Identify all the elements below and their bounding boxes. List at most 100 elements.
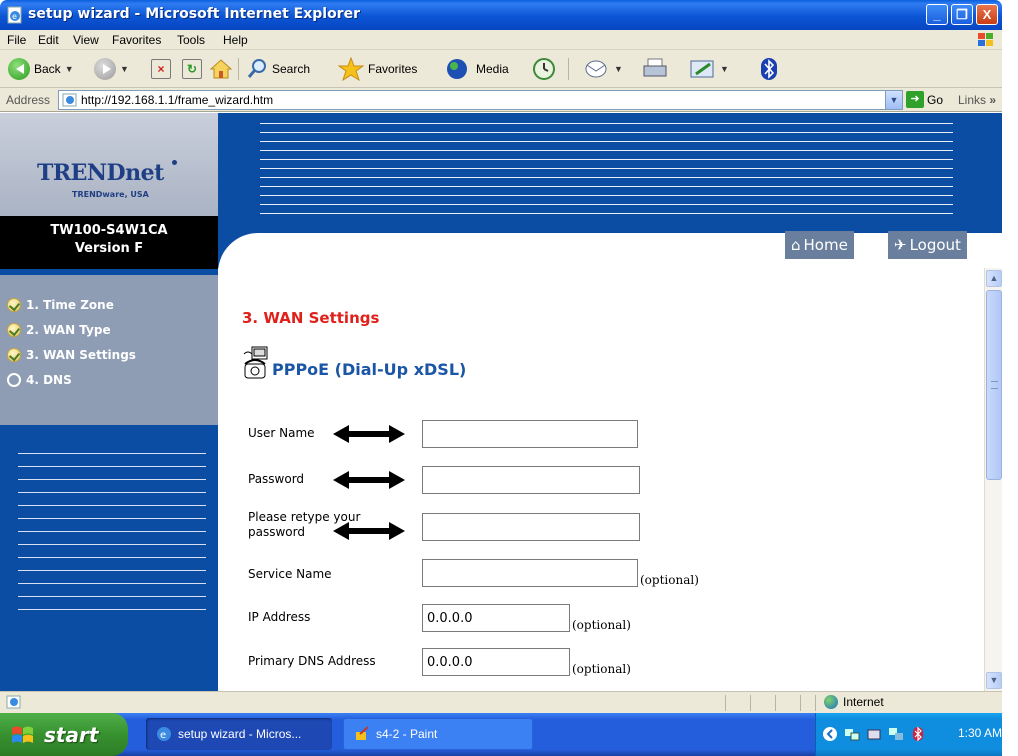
service-name-input[interactable]: [422, 559, 638, 587]
bluetooth-button[interactable]: [760, 56, 778, 82]
step-wan-settings[interactable]: 3. WAN Settings: [7, 348, 136, 362]
menu-help[interactable]: Help: [223, 33, 248, 47]
network-activity-icon[interactable]: [866, 726, 882, 742]
ip-address-input[interactable]: [422, 604, 570, 632]
edit-icon: [690, 60, 714, 78]
chevron-down-icon[interactable]: ▼: [885, 91, 902, 109]
scroll-down-icon[interactable]: ▼: [986, 672, 1002, 689]
print-button[interactable]: [642, 56, 668, 82]
model-box: TW100-S4W1CA Version F: [0, 216, 218, 269]
address-input[interactable]: http://192.168.1.1/frame_wizard.htm ▼: [58, 90, 903, 110]
header-stripe: [260, 159, 953, 160]
check-icon: [7, 298, 21, 312]
primary-dns-input[interactable]: [422, 648, 570, 676]
nav-stripe: [18, 531, 206, 532]
start-button[interactable]: start: [0, 713, 128, 756]
nav-stripe: [18, 479, 206, 480]
search-button[interactable]: Search: [246, 56, 310, 82]
tray-expand-icon[interactable]: [822, 726, 838, 742]
header-stripe: [260, 177, 953, 178]
check-icon: [7, 348, 21, 362]
toolbar-divider: [568, 58, 569, 80]
menu-view[interactable]: View: [73, 33, 99, 47]
maximize-button[interactable]: ❐: [951, 4, 973, 25]
star-icon: [338, 57, 364, 81]
scroll-thumb[interactable]: [986, 290, 1002, 480]
stop-button[interactable]: ×: [151, 56, 171, 82]
mail-button[interactable]: ▼: [584, 56, 623, 82]
menu-file[interactable]: File: [7, 33, 26, 47]
vertical-scrollbar[interactable]: ▲ ▼: [984, 268, 1002, 691]
screen-edge: [1002, 0, 1018, 756]
address-label: Address: [6, 93, 51, 107]
links-button[interactable]: Links »: [958, 93, 996, 107]
nav-stripe: [18, 596, 206, 597]
dialup-phone-icon: [243, 346, 268, 379]
refresh-button[interactable]: ↻: [182, 56, 202, 82]
optional-note: (optional): [640, 573, 699, 587]
status-divider: [775, 695, 776, 711]
home-button[interactable]: ⌂ Home: [785, 231, 854, 259]
favorites-button[interactable]: Favorites: [338, 56, 417, 82]
close-button[interactable]: X: [976, 4, 998, 25]
service-name-label: Service Name: [248, 567, 332, 581]
step-time-zone[interactable]: 1. Time Zone: [7, 298, 114, 312]
stop-icon: ×: [151, 59, 171, 79]
svg-text:e: e: [12, 12, 17, 21]
connection-type-heading: PPPoE (Dial-Up xDSL): [242, 346, 466, 380]
chevron-down-icon: ▼: [64, 64, 74, 74]
home-toolbar-button[interactable]: [210, 56, 232, 82]
primary-dns-label: Primary DNS Address: [248, 654, 376, 668]
step-label: 2. WAN Type: [26, 323, 111, 337]
edit-button[interactable]: ▼: [690, 56, 729, 82]
menu-favorites[interactable]: Favorites: [112, 33, 161, 47]
mail-icon: [585, 60, 607, 78]
network-icon[interactable]: [844, 726, 860, 742]
wizard-form: 3. WAN Settings PPPoE (Dial-Up xDSL) Use…: [218, 268, 984, 691]
search-icon: [247, 59, 266, 78]
header-stripe: [260, 186, 953, 187]
media-button[interactable]: Media: [446, 56, 509, 82]
step-wan-type[interactable]: 2. WAN Type: [7, 323, 111, 337]
windows-taskbar: start e setup wizard - Micros... s4-2 - …: [0, 713, 1002, 756]
minimize-button[interactable]: _: [926, 4, 948, 25]
ip-address-label: IP Address: [248, 610, 311, 624]
menu-edit[interactable]: Edit: [38, 33, 59, 47]
step-dns[interactable]: 4. DNS: [7, 373, 72, 387]
task-setup-wizard[interactable]: e setup wizard - Micros...: [146, 718, 332, 750]
forward-button[interactable]: ▼: [94, 56, 129, 82]
system-tray: 1:30 AM: [815, 713, 1002, 756]
go-arrow-icon: ➜: [906, 91, 924, 108]
logout-button[interactable]: ✈ Logout: [888, 231, 967, 259]
nav-stripe: [18, 583, 206, 584]
user-name-label: User Name: [248, 426, 315, 440]
windows-flag-icon: [12, 726, 33, 743]
menu-tools[interactable]: Tools: [177, 33, 205, 47]
brand-subtitle: TRENDware, USA: [72, 190, 149, 199]
back-button[interactable]: Back ▼: [8, 56, 74, 82]
go-button[interactable]: ➜ Go: [906, 91, 943, 108]
optional-note: (optional): [572, 618, 631, 632]
windows-logo-icon: [978, 33, 993, 46]
chevron-down-icon: ▼: [120, 64, 129, 74]
header-stripe: [260, 141, 953, 142]
step-label: 1. Time Zone: [26, 298, 114, 312]
scroll-up-icon[interactable]: ▲: [986, 270, 1002, 287]
nav-stripe: [18, 544, 206, 545]
menu-bar: File Edit View Favorites Tools Help: [0, 30, 1002, 50]
nav-stripe: [18, 453, 206, 454]
history-button[interactable]: [532, 56, 556, 82]
window-title-bar[interactable]: e setup wizard - Microsoft Internet Expl…: [0, 0, 1002, 30]
paint-icon: [356, 726, 369, 740]
connection-type-label: PPPoE (Dial-Up xDSL): [272, 359, 467, 379]
start-label: start: [44, 722, 99, 747]
home-icon: ⌂: [791, 236, 801, 254]
clock: 1:30 AM: [958, 726, 1003, 740]
password-input[interactable]: [422, 466, 640, 494]
zone-label: Internet: [843, 695, 884, 709]
user-name-input[interactable]: [422, 420, 638, 448]
bluetooth-tray-icon[interactable]: [910, 726, 926, 742]
task-paint[interactable]: s4-2 - Paint: [343, 718, 533, 750]
retype-password-input[interactable]: [422, 513, 640, 541]
connection-icon[interactable]: [888, 726, 904, 742]
